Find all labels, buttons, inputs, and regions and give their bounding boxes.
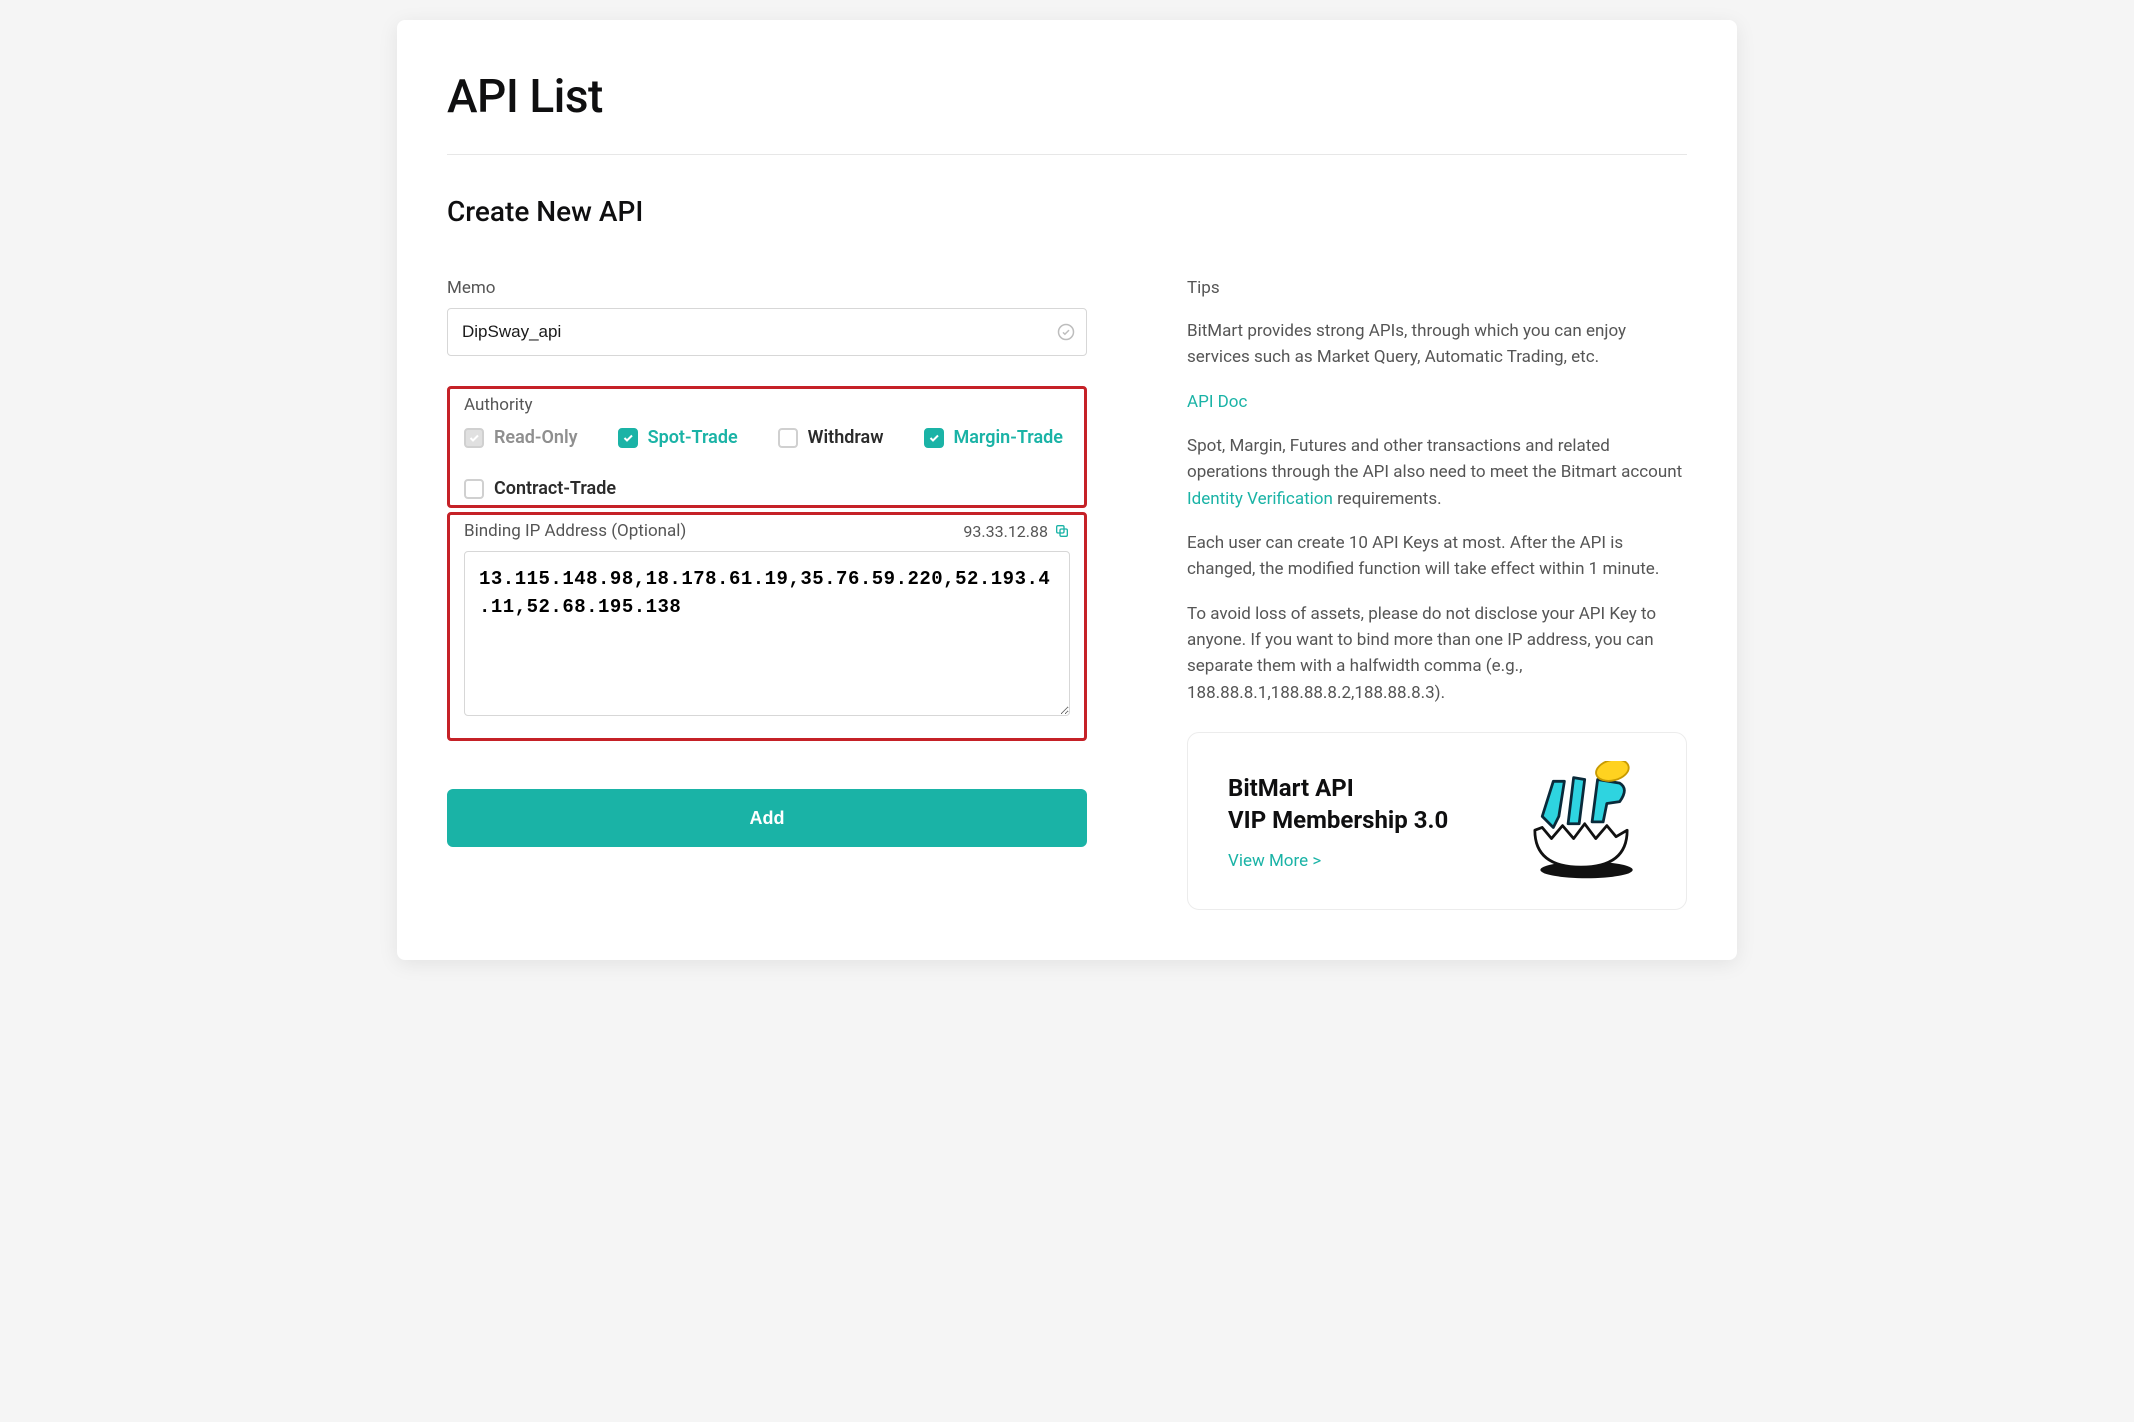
checkbox-box bbox=[778, 428, 798, 448]
binding-ip-group: Binding IP Address (Optional) 93.33.12.8… bbox=[447, 512, 1087, 741]
check-icon bbox=[622, 432, 634, 444]
checkbox-box bbox=[924, 428, 944, 448]
memo-input[interactable] bbox=[447, 308, 1087, 356]
checkbox-contract-trade[interactable]: Contract-Trade bbox=[464, 478, 616, 499]
authority-group: Authority Read-Only Spot-Trade bbox=[447, 386, 1087, 508]
memo-field: Memo bbox=[447, 278, 1087, 356]
checkbox-margin-trade[interactable]: Margin-Trade bbox=[924, 427, 1063, 448]
promo-title-line1: BitMart API bbox=[1228, 772, 1448, 804]
check-circle-icon bbox=[1057, 323, 1075, 341]
section-title: Create New API bbox=[447, 195, 1687, 228]
checkbox-box bbox=[464, 479, 484, 499]
tips-heading: Tips bbox=[1187, 278, 1687, 298]
current-ip-value: 93.33.12.88 bbox=[963, 522, 1048, 541]
memo-label: Memo bbox=[447, 278, 1087, 298]
page-title: API List bbox=[447, 70, 1687, 124]
tips-paragraph-4: To avoid loss of assets, please do not d… bbox=[1187, 601, 1687, 706]
checkbox-label: Margin-Trade bbox=[954, 427, 1063, 448]
view-more-link[interactable]: View More > bbox=[1228, 851, 1321, 871]
checkbox-spot-trade[interactable]: Spot-Trade bbox=[618, 427, 738, 448]
vip-promo-card: BitMart API VIP Membership 3.0 View More… bbox=[1187, 732, 1687, 910]
tips-column: Tips BitMart provides strong APIs, throu… bbox=[1187, 278, 1687, 910]
copy-icon bbox=[1054, 523, 1070, 539]
identity-verification-link[interactable]: Identity Verification bbox=[1187, 489, 1333, 509]
check-icon bbox=[468, 432, 480, 444]
tips-paragraph-3: Each user can create 10 API Keys at most… bbox=[1187, 530, 1687, 583]
checkbox-label: Contract-Trade bbox=[494, 478, 616, 499]
binding-ip-label: Binding IP Address (Optional) bbox=[464, 521, 686, 541]
checkbox-label: Withdraw bbox=[808, 427, 884, 448]
add-button[interactable]: Add bbox=[447, 789, 1087, 847]
tips-paragraph-2: Spot, Margin, Futures and other transact… bbox=[1187, 433, 1687, 512]
api-doc-link[interactable]: API Doc bbox=[1187, 392, 1247, 412]
form-column: Memo Authority Read bbox=[447, 278, 1087, 847]
checkbox-box bbox=[618, 428, 638, 448]
current-ip-hint[interactable]: 93.33.12.88 bbox=[963, 522, 1070, 541]
check-icon bbox=[928, 432, 940, 444]
tips-paragraph-1: BitMart provides strong APIs, through wh… bbox=[1187, 318, 1687, 371]
authority-label: Authority bbox=[464, 395, 1070, 415]
divider bbox=[447, 154, 1687, 155]
binding-ip-textarea[interactable] bbox=[464, 551, 1070, 716]
checkbox-box bbox=[464, 428, 484, 448]
checkbox-label: Spot-Trade bbox=[648, 427, 738, 448]
checkbox-withdraw[interactable]: Withdraw bbox=[778, 427, 884, 448]
promo-title-line2: VIP Membership 3.0 bbox=[1228, 804, 1448, 836]
checkbox-label: Read-Only bbox=[494, 427, 578, 448]
vip-icon bbox=[1506, 761, 1656, 881]
checkbox-read-only: Read-Only bbox=[464, 427, 578, 448]
api-list-card: API List Create New API Memo Authority bbox=[397, 20, 1737, 960]
